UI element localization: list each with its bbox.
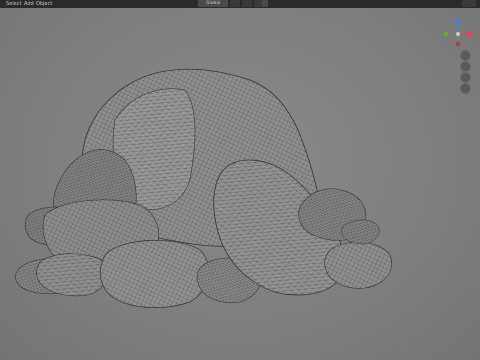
hand-pan-icon[interactable] <box>460 61 471 72</box>
camera-icon[interactable] <box>460 72 471 83</box>
x-axis-icon <box>467 31 473 37</box>
blender-window: Select Add Object Global <box>0 0 480 360</box>
transform-orientation-dropdown[interactable]: Global <box>198 0 228 7</box>
rock-mesh-wireframe[interactable] <box>0 0 480 360</box>
falloff-icon[interactable] <box>262 0 268 7</box>
snap-icon[interactable] <box>242 0 252 7</box>
shading-dropdown[interactable] <box>462 0 476 7</box>
neg-x-axis-icon <box>455 41 461 47</box>
navigation-gizmo[interactable] <box>438 14 478 54</box>
menu-object[interactable]: Object <box>36 0 52 8</box>
y-axis-icon <box>443 31 449 37</box>
zoom-icon[interactable] <box>460 50 471 61</box>
proportional-editing-icon[interactable] <box>254 0 262 7</box>
3d-viewport[interactable] <box>0 0 480 360</box>
grid-ortho-icon[interactable] <box>460 83 471 94</box>
z-axis-icon <box>455 19 461 25</box>
viewport-header: Select Add Object Global <box>0 0 480 8</box>
menu-add[interactable]: Add <box>24 0 34 8</box>
pivot-icon[interactable] <box>230 0 240 7</box>
menu-select[interactable]: Select <box>6 0 21 8</box>
orientation-label: Global <box>206 1 221 6</box>
